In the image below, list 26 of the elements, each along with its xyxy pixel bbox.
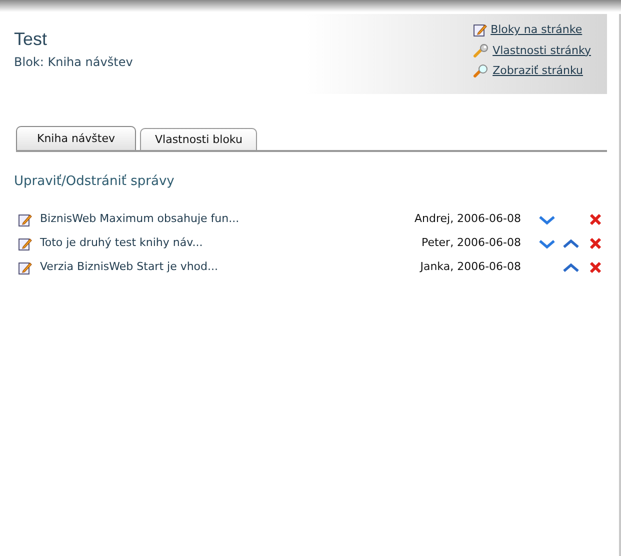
delete-icon[interactable] (588, 237, 602, 250)
author-date: Andrej, 2006-06-08 (414, 211, 521, 228)
edit-icon (472, 23, 487, 38)
move-up-icon[interactable] (563, 238, 579, 248)
move-down-icon[interactable] (539, 214, 555, 224)
block-subtitle: Blok: Kniha návštev (14, 54, 133, 71)
message-text: Toto je druhý test knihy náv... (40, 235, 204, 252)
delete-icon[interactable] (588, 213, 602, 226)
header-link[interactable]: Vlastnosti stránky (492, 42, 591, 59)
move-up-icon[interactable] (563, 262, 579, 272)
header-link[interactable]: Zobraziť stránku (492, 63, 583, 80)
page-title: Test (14, 28, 48, 51)
message-text: BiznisWeb Maximum obsahuje fun... (40, 211, 240, 228)
header-link[interactable]: Bloky na stránke (490, 22, 582, 38)
tab[interactable]: Vlastnosti bloku (140, 128, 258, 150)
tab[interactable]: Kniha návštev (16, 126, 136, 150)
edit-icon[interactable] (18, 212, 32, 226)
author-date: Janka, 2006-06-08 (420, 259, 521, 276)
delete-icon[interactable] (588, 261, 602, 274)
section-title: Upraviť/Odstrániť správy (14, 173, 176, 191)
edit-icon[interactable] (18, 260, 32, 274)
search-icon (472, 64, 489, 78)
author-date: Peter, 2006-06-08 (421, 235, 521, 252)
move-down-icon[interactable] (539, 238, 555, 248)
edit-icon[interactable] (18, 236, 32, 250)
message-text: Verzia BiznisWeb Start je vhod... (40, 259, 220, 276)
